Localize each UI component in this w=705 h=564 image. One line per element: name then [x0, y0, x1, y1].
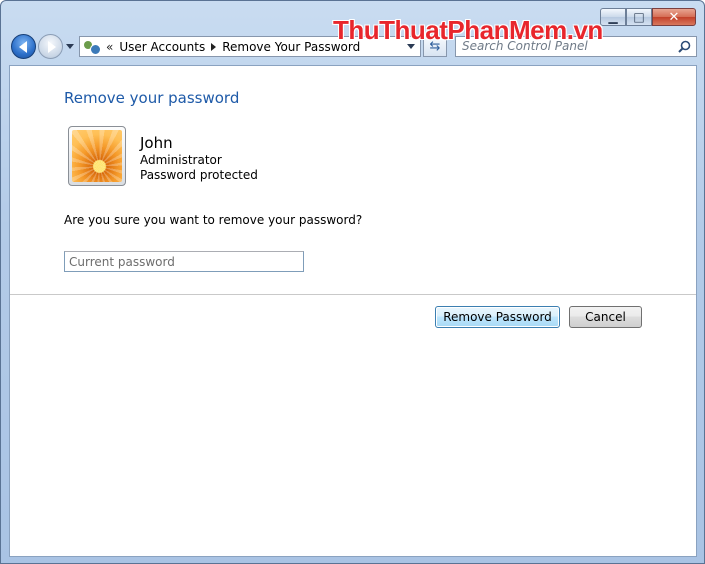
- breadcrumb-user-accounts[interactable]: User Accounts: [119, 40, 205, 54]
- avatar: [68, 126, 126, 186]
- divider: [10, 294, 696, 295]
- recent-pages-dropdown[interactable]: [66, 44, 74, 49]
- user-password-status: Password protected: [140, 168, 258, 182]
- user-name: John: [140, 134, 173, 152]
- watermark-logo: ThuThuatPhanMem.vn: [333, 15, 603, 45]
- window: ▁ □ ✕ « User Accounts Remove Your Passwo…: [0, 0, 705, 564]
- forward-button[interactable]: [38, 34, 63, 59]
- remove-password-button[interactable]: Remove Password: [435, 306, 560, 328]
- navigation-buttons: [11, 34, 74, 59]
- cancel-button[interactable]: Cancel: [569, 306, 642, 328]
- current-password-field[interactable]: [64, 251, 304, 272]
- maximize-button[interactable]: □: [626, 8, 652, 26]
- back-arrow-icon: [18, 40, 27, 53]
- close-button[interactable]: ✕: [652, 8, 696, 26]
- page-title: Remove your password: [64, 89, 240, 107]
- confirmation-question: Are you sure you want to remove your pas…: [64, 213, 363, 227]
- close-icon: ✕: [668, 9, 680, 25]
- breadcrumb-separator-icon[interactable]: [211, 42, 217, 51]
- maximize-icon: □: [633, 10, 645, 24]
- minimize-button[interactable]: ▁: [600, 8, 626, 26]
- back-button[interactable]: [11, 34, 36, 59]
- forward-arrow-icon: [47, 40, 56, 53]
- search-icon[interactable]: [678, 40, 691, 53]
- minimize-icon: ▁: [608, 10, 618, 24]
- flower-picture-icon: [72, 130, 122, 182]
- user-accounts-icon: [84, 40, 101, 55]
- caption-buttons: ▁ □ ✕: [600, 8, 696, 26]
- content-area: Remove your password John Administrator …: [9, 65, 697, 557]
- address-overflow-chevron[interactable]: «: [106, 40, 113, 54]
- user-role: Administrator: [140, 153, 222, 167]
